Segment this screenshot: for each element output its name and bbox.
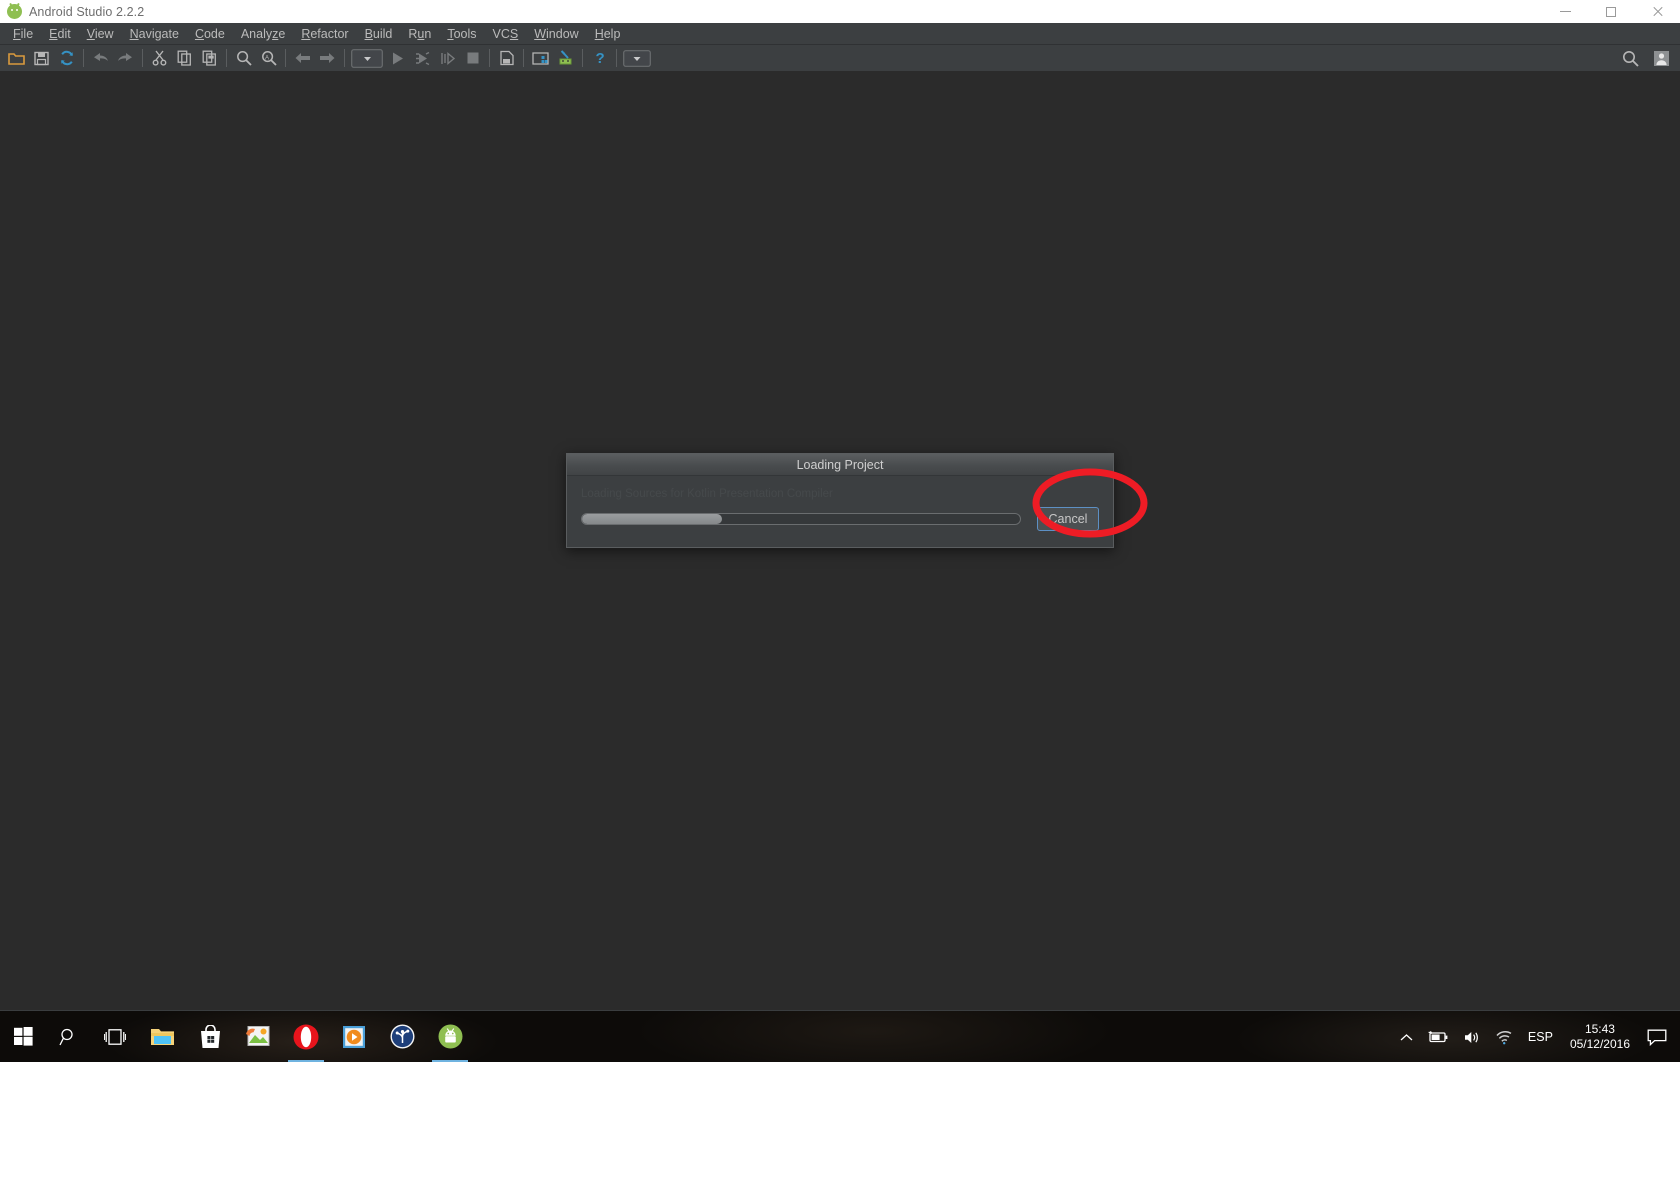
toolbar-right-group <box>1618 45 1674 72</box>
chevron-up-icon[interactable] <box>1393 1011 1420 1063</box>
help-icon[interactable]: ? <box>587 46 612 71</box>
wifi-icon[interactable] <box>1488 1011 1521 1063</box>
windows-start-icon[interactable] <box>0 1011 46 1063</box>
toolbar-separator <box>344 49 345 67</box>
sdk-manager-icon[interactable] <box>553 46 578 71</box>
menu-tools[interactable]: Tools <box>439 23 484 45</box>
sync-refresh-icon[interactable] <box>54 46 79 71</box>
toolbar-separator <box>616 49 617 67</box>
sourcetree-icon[interactable] <box>378 1011 426 1063</box>
window-title: Android Studio 2.2.2 <box>29 4 145 19</box>
dialog-titlebar: Loading Project <box>567 454 1113 476</box>
avd-manager-icon[interactable] <box>528 46 553 71</box>
windows-taskbar: ESP 15:43 05/12/2016 <box>0 1010 1680 1063</box>
system-tray: ESP 15:43 05/12/2016 <box>1393 1011 1680 1063</box>
search-icon[interactable] <box>46 1011 92 1063</box>
volume-icon[interactable] <box>1456 1011 1488 1063</box>
undo-icon[interactable] <box>88 46 113 71</box>
notification-icon[interactable] <box>1640 1011 1674 1063</box>
save-all-icon[interactable] <box>29 46 54 71</box>
toolbar-overflow-dropdown[interactable] <box>621 46 653 71</box>
loading-project-dialog: Loading Project Loading Sources for Kotl… <box>566 453 1114 548</box>
android-studio-icon[interactable] <box>426 1011 474 1063</box>
clock-time: 15:43 <box>1584 1022 1615 1036</box>
toolbar-separator <box>523 49 524 67</box>
language-indicator[interactable]: ESP <box>1521 1011 1560 1063</box>
menu-help[interactable]: Help <box>587 23 629 45</box>
maximize-button[interactable] <box>1588 0 1634 23</box>
paste-icon[interactable] <box>197 46 222 71</box>
page-background-bottom <box>0 1062 1680 1200</box>
menu-window[interactable]: Window <box>526 23 586 45</box>
window-controls <box>1542 0 1680 23</box>
cut-icon[interactable] <box>147 46 172 71</box>
menu-view[interactable]: View <box>79 23 122 45</box>
toolbar-separator <box>142 49 143 67</box>
photos-icon[interactable] <box>234 1011 282 1063</box>
copy-icon[interactable] <box>172 46 197 71</box>
user-avatar-icon[interactable] <box>1649 46 1674 71</box>
redo-icon[interactable] <box>113 46 138 71</box>
menu-code[interactable]: Code <box>187 23 233 45</box>
main-toolbar: A ? <box>0 45 1680 72</box>
menu-navigate[interactable]: Navigate <box>122 23 187 45</box>
clock-date: 05/12/2016 <box>1569 1037 1630 1051</box>
dialog-title: Loading Project <box>796 457 884 472</box>
dialog-body: Loading Sources for Kotlin Presentation … <box>567 476 1113 531</box>
replace-icon[interactable]: A <box>256 46 281 71</box>
menubar: File Edit View Navigate Code Analyze Ref… <box>0 23 1680 45</box>
open-folder-icon[interactable] <box>4 46 29 71</box>
progress-bar <box>581 513 1021 525</box>
back-navigate-icon[interactable] <box>290 46 315 71</box>
close-button[interactable] <box>1634 0 1680 23</box>
toolbar-separator <box>285 49 286 67</box>
search-everywhere-icon[interactable] <box>1618 46 1643 71</box>
menu-analyze[interactable]: Analyze <box>233 23 293 45</box>
language-label: ESP <box>1527 1030 1553 1044</box>
menu-build[interactable]: Build <box>357 23 401 45</box>
toolbar-separator <box>489 49 490 67</box>
menu-run[interactable]: Run <box>400 23 439 45</box>
run-with-coverage-icon[interactable] <box>435 46 460 71</box>
opera-browser-icon[interactable] <box>282 1011 330 1063</box>
menu-vcs[interactable]: VCS <box>485 23 527 45</box>
menu-refactor[interactable]: Refactor <box>293 23 356 45</box>
find-icon[interactable] <box>231 46 256 71</box>
media-player-icon[interactable] <box>330 1011 378 1063</box>
toolbar-separator <box>582 49 583 67</box>
android-logo-icon <box>7 4 22 19</box>
menu-file[interactable]: File <box>5 23 41 45</box>
dialog-status-text: Loading Sources for Kotlin Presentation … <box>581 488 833 500</box>
minimize-button[interactable] <box>1542 0 1588 23</box>
progress-row: Cancel <box>581 507 1099 531</box>
toolbar-separator <box>226 49 227 67</box>
toolbar-separator <box>83 49 84 67</box>
menu-edit[interactable]: Edit <box>41 23 79 45</box>
stop-icon[interactable] <box>460 46 485 71</box>
run-icon[interactable] <box>385 46 410 71</box>
svg-text:?: ? <box>595 50 604 66</box>
screen: Android Studio 2.2.2 File Edit View Navi… <box>0 0 1680 1200</box>
debug-icon[interactable] <box>410 46 435 71</box>
progress-bar-fill <box>582 514 723 524</box>
task-view-icon[interactable] <box>92 1011 138 1063</box>
clock[interactable]: 15:43 05/12/2016 <box>1560 1011 1640 1063</box>
file-explorer-icon[interactable] <box>138 1011 186 1063</box>
microsoft-store-icon[interactable] <box>186 1011 234 1063</box>
cancel-button[interactable]: Cancel <box>1037 507 1099 531</box>
sync-project-gradle-icon[interactable] <box>494 46 519 71</box>
forward-navigate-icon[interactable] <box>315 46 340 71</box>
svg-text:A: A <box>265 56 269 62</box>
window-titlebar: Android Studio 2.2.2 <box>0 0 1680 23</box>
battery-charging-icon[interactable] <box>1420 1011 1456 1063</box>
run-configuration-dropdown[interactable] <box>349 46 385 71</box>
